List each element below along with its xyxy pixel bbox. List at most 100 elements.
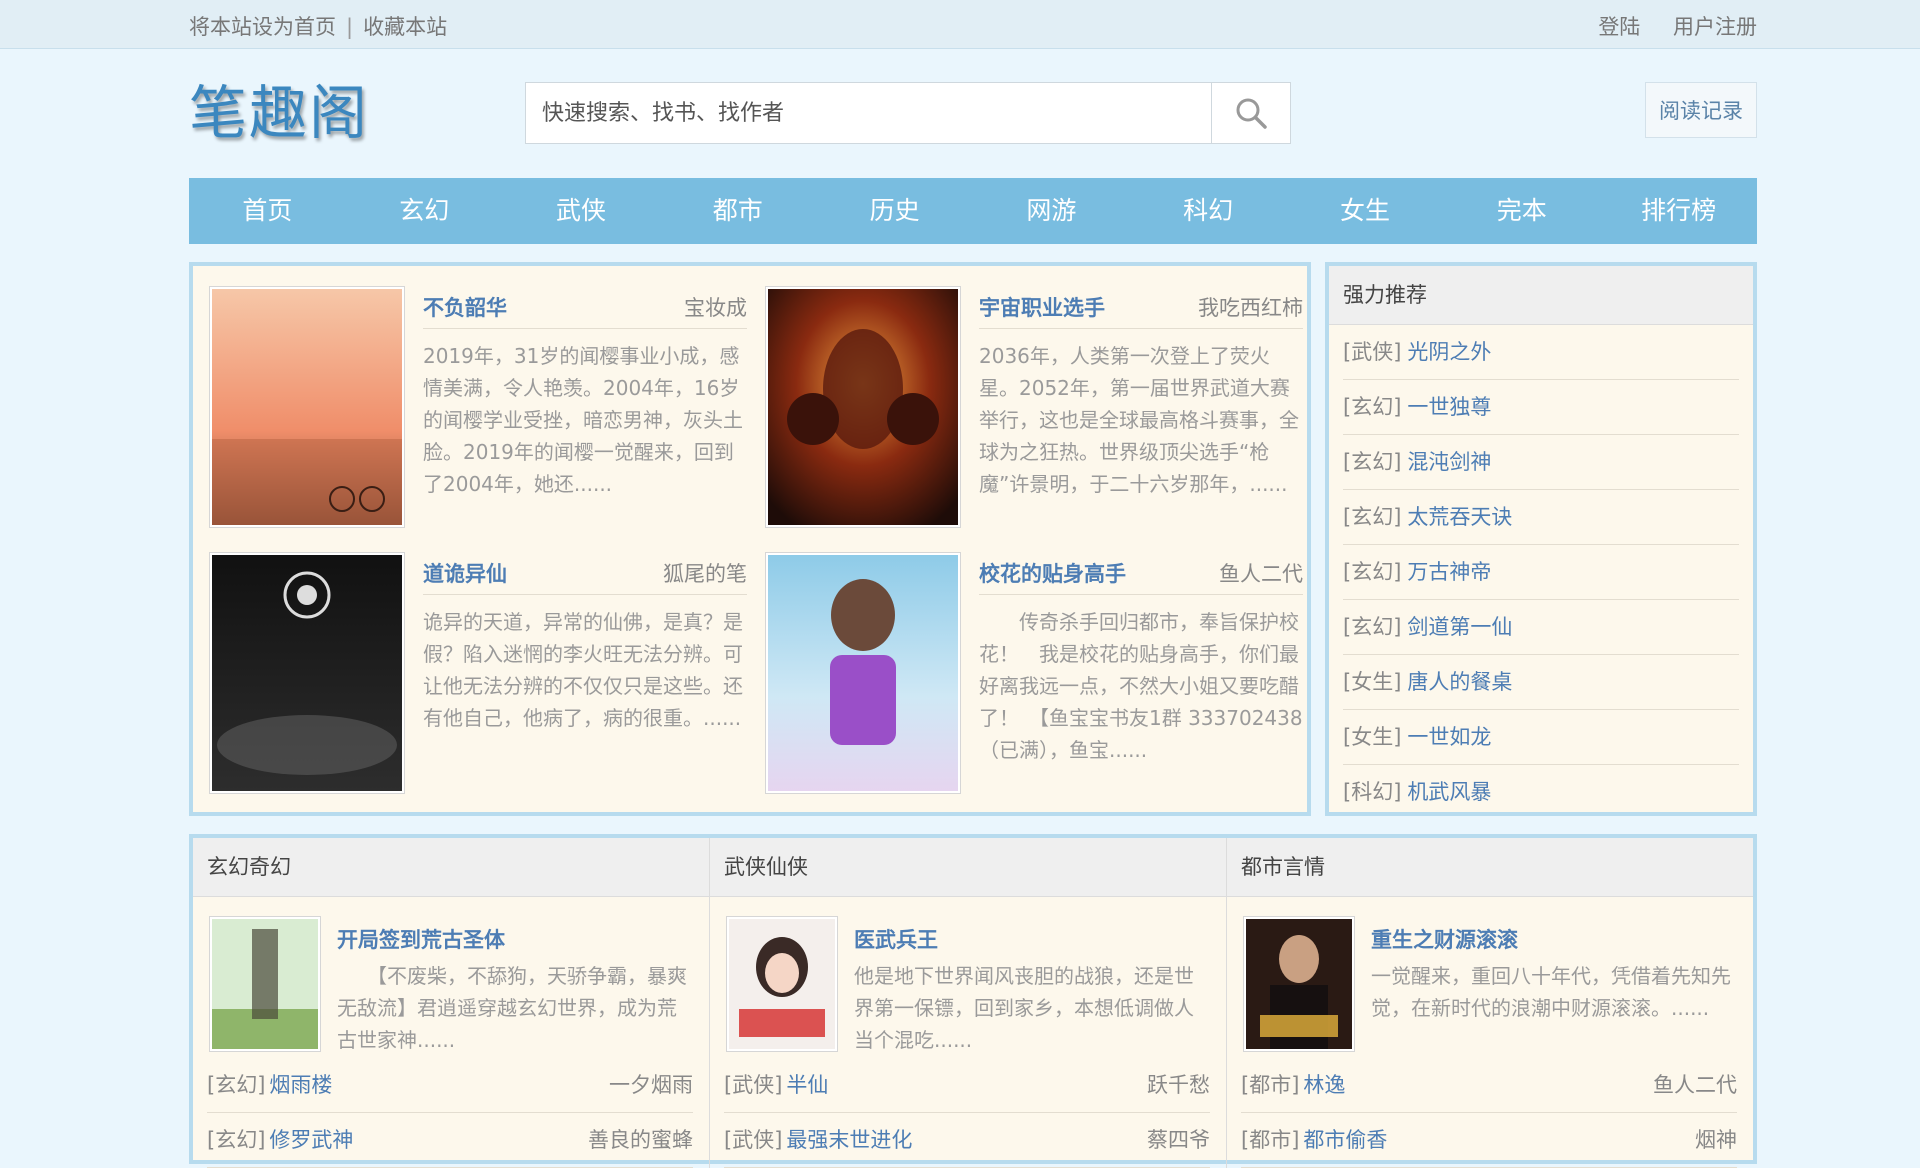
- genre-tag: [玄幻]: [1343, 505, 1402, 529]
- list-item[interactable]: [玄幻] 混沌剑神: [1343, 435, 1739, 490]
- book-link[interactable]: 半仙: [786, 1073, 828, 1097]
- genre-tag: [科幻]: [1343, 780, 1402, 804]
- book-link[interactable]: 剑道第一仙: [1407, 615, 1512, 639]
- main-nav: 首页 玄幻 武侠 都市 历史 网游 科幻 女生 完本 排行榜: [189, 178, 1757, 244]
- category-wuxia: 武侠仙侠 医武兵王 他是地下世界闻风丧胆的战狼，还是世界第一保镖，回到家乡，本想…: [710, 838, 1227, 1168]
- book-cover[interactable]: [765, 552, 961, 794]
- book-title[interactable]: 重生之财源滚滚: [1371, 924, 1518, 954]
- book-title[interactable]: 校花的贴身高手: [979, 558, 1126, 588]
- book-link[interactable]: 唐人的餐桌: [1407, 670, 1512, 694]
- book-cover[interactable]: [765, 286, 961, 528]
- category-section: 玄幻奇幻 开局签到荒古圣体 【不废柴，不舔狗，天骄争霸，暴爽无敌流】君逍遥穿越玄…: [189, 834, 1757, 1168]
- book-description: 一觉醒来，重回八十年代，凭借着先知先觉，在新时代的浪潮中财源滚滚。......: [1371, 964, 1731, 1020]
- site-logo[interactable]: 笔趣阁: [189, 66, 369, 150]
- nav-item-nvsheng[interactable]: 女生: [1287, 178, 1444, 244]
- login-link[interactable]: 登陆: [1598, 15, 1640, 39]
- list-item[interactable]: [玄幻] 一世独尊: [1343, 380, 1739, 435]
- category-heading: 武侠仙侠: [710, 838, 1226, 897]
- register-link[interactable]: 用户注册: [1673, 15, 1757, 39]
- book-link[interactable]: 一世独尊: [1407, 395, 1491, 419]
- table-row[interactable]: [武侠] 半仙 跃千愁: [724, 1058, 1210, 1113]
- book-author: 一夕烟雨: [609, 1073, 693, 1097]
- book-title[interactable]: 不负韶华: [423, 292, 507, 322]
- genre-tag: [都市]: [1241, 1073, 1300, 1097]
- recommend-heading: 强力推荐: [1329, 266, 1753, 325]
- book-description: 【不废柴，不舔狗，天骄争霸，暴爽无敌流】君逍遥穿越玄幻世界，成为荒古世家神...…: [337, 964, 687, 1052]
- list-item[interactable]: [科幻] 机武风暴: [1343, 765, 1739, 819]
- nav-item-home[interactable]: 首页: [189, 178, 346, 244]
- book-link[interactable]: 最强末世进化: [786, 1128, 912, 1152]
- book-cover[interactable]: [209, 286, 405, 528]
- featured-book: 宇宙职业选手 我吃西红柿 2036年，人类第一次登上了荧火星。2052年，第一届…: [753, 270, 1303, 528]
- top-bar-separator: |: [346, 15, 354, 39]
- list-item[interactable]: [女生] 唐人的餐桌: [1343, 655, 1739, 710]
- nav-item-dushi[interactable]: 都市: [659, 178, 816, 244]
- book-link[interactable]: 机武风暴: [1407, 780, 1491, 804]
- search-button[interactable]: [1211, 83, 1290, 143]
- book-link[interactable]: 光阴之外: [1407, 340, 1491, 364]
- book-author: 狐尾的笔: [663, 562, 747, 586]
- list-item[interactable]: [玄幻] 剑道第一仙: [1343, 600, 1739, 655]
- book-title[interactable]: 道诡异仙: [423, 558, 507, 588]
- book-link[interactable]: 林逸: [1303, 1073, 1345, 1097]
- book-link[interactable]: 混沌剑神: [1407, 450, 1491, 474]
- nav-item-kehuan[interactable]: 科幻: [1130, 178, 1287, 244]
- book-cover[interactable]: [209, 552, 405, 794]
- book-author: 跃千愁: [1147, 1073, 1210, 1097]
- book-link[interactable]: 太荒吞天诀: [1407, 505, 1512, 529]
- genre-tag: [玄幻]: [207, 1073, 266, 1097]
- genre-tag: [玄幻]: [1343, 560, 1402, 584]
- list-item[interactable]: [玄幻] 太荒吞天诀: [1343, 490, 1739, 545]
- table-row[interactable]: [玄幻] 修罗武神 善良的蜜蜂: [207, 1113, 693, 1168]
- book-author: 善良的蜜蜂: [588, 1128, 693, 1152]
- nav-item-lishi[interactable]: 历史: [816, 178, 973, 244]
- list-item[interactable]: [武侠] 光阴之外: [1343, 325, 1739, 380]
- bookmark-link[interactable]: 收藏本站: [363, 15, 447, 39]
- genre-tag: [玄幻]: [1343, 395, 1402, 419]
- set-home-link[interactable]: 将本站设为首页: [189, 15, 336, 39]
- book-link[interactable]: 一世如龙: [1407, 725, 1491, 749]
- top-bar-left: 将本站设为首页 | 收藏本站: [189, 11, 447, 41]
- featured-book: 道诡异仙 狐尾的笔 诡异的天道，异常的仙佛，是真？是假？陷入迷惘的李火旺无法分辨…: [197, 536, 747, 794]
- divider: [979, 594, 1303, 595]
- top-bar-right: 登陆 用户注册: [1572, 11, 1757, 41]
- table-row[interactable]: [都市] 都市偷香 烟神: [1241, 1113, 1737, 1168]
- nav-item-wuxia[interactable]: 武侠: [503, 178, 660, 244]
- cover-image: [212, 289, 402, 525]
- book-cover[interactable]: [726, 916, 838, 1052]
- book-title[interactable]: 宇宙职业选手: [979, 292, 1105, 322]
- book-author: 宝妆成: [684, 296, 747, 320]
- nav-item-wanben[interactable]: 完本: [1443, 178, 1600, 244]
- book-link[interactable]: 修罗武神: [269, 1128, 353, 1152]
- genre-tag: [玄幻]: [1343, 450, 1402, 474]
- category-dushi: 都市言情 重生之财源滚滚 一觉醒来，重回八十年代，凭借着先知先觉，在新时代的浪潮…: [1227, 838, 1753, 1168]
- list-item[interactable]: [玄幻] 万古神帝: [1343, 545, 1739, 600]
- table-row[interactable]: [武侠] 最强末世进化 蔡四爷: [724, 1113, 1210, 1168]
- nav-item-wangyou[interactable]: 网游: [973, 178, 1130, 244]
- book-cover[interactable]: [209, 916, 321, 1052]
- cover-image: [768, 555, 958, 791]
- nav-item-ranking[interactable]: 排行榜: [1600, 178, 1757, 244]
- book-title[interactable]: 开局签到荒古圣体: [337, 924, 505, 954]
- table-row[interactable]: [玄幻] 烟雨楼 一夕烟雨: [207, 1058, 693, 1113]
- cover-image: [768, 289, 958, 525]
- book-link[interactable]: 烟雨楼: [269, 1073, 332, 1097]
- book-link[interactable]: 都市偷香: [1303, 1128, 1387, 1152]
- book-link[interactable]: 万古神帝: [1407, 560, 1491, 584]
- genre-tag: [武侠]: [724, 1073, 783, 1097]
- book-author: 鱼人二代: [1653, 1073, 1737, 1097]
- book-cover[interactable]: [1243, 916, 1355, 1052]
- reading-history-button[interactable]: 阅读记录: [1645, 82, 1757, 138]
- book-author: 烟神: [1695, 1128, 1737, 1152]
- book-author: 鱼人二代: [1219, 562, 1303, 586]
- nav-item-xuanhuan[interactable]: 玄幻: [346, 178, 503, 244]
- category-heading: 都市言情: [1227, 838, 1753, 897]
- list-item[interactable]: [女生] 一世如龙: [1343, 710, 1739, 765]
- book-description: 2019年，31岁的闻樱事业小成，感情美满，令人艳羡。2004年，16岁的闻樱学…: [423, 344, 743, 496]
- table-row[interactable]: [都市] 林逸 鱼人二代: [1241, 1058, 1737, 1113]
- search-input[interactable]: [526, 83, 1212, 143]
- book-title[interactable]: 医武兵王: [854, 924, 938, 954]
- genre-tag: [武侠]: [1343, 340, 1402, 364]
- featured-book: 校花的贴身高手 鱼人二代 传奇杀手回归都市，奉旨保护校花！ 我是校花的贴身高手，…: [753, 536, 1303, 794]
- top-bar: 将本站设为首页 | 收藏本站 登陆 用户注册: [0, 0, 1920, 49]
